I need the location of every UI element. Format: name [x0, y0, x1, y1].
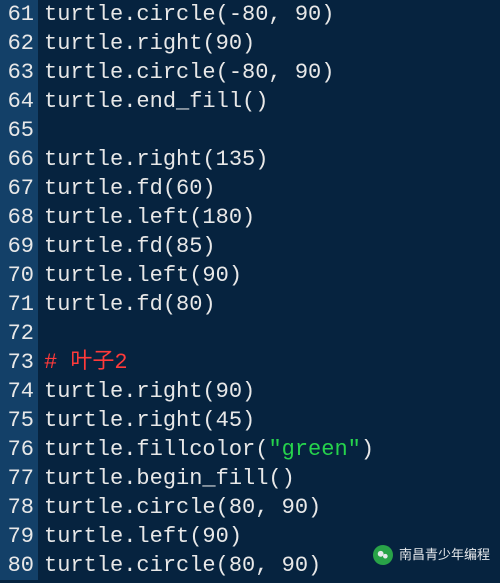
line-number: 68 [0, 203, 38, 232]
code-content: turtle.right(135) [38, 145, 268, 174]
code-line: 66turtle.right(135) [0, 145, 500, 174]
code-content: turtle.end_fill() [38, 87, 268, 116]
line-number: 65 [0, 116, 38, 145]
code-line: 74turtle.right(90) [0, 377, 500, 406]
code-token: turtle.right(90) [44, 31, 255, 56]
line-number: 69 [0, 232, 38, 261]
code-line: 63turtle.circle(-80, 90) [0, 58, 500, 87]
code-content: # 叶子2 [38, 348, 128, 377]
code-token: turtle.begin_fill() [44, 466, 295, 491]
code-content: turtle.right(90) [38, 377, 255, 406]
code-line: 64turtle.end_fill() [0, 87, 500, 116]
code-token: ) [361, 437, 374, 462]
code-content: turtle.fd(80) [38, 290, 216, 319]
code-line: 77turtle.begin_fill() [0, 464, 500, 493]
line-number: 79 [0, 522, 38, 551]
code-line: 72 [0, 319, 500, 348]
line-number: 75 [0, 406, 38, 435]
code-token: turtle.fd(85) [44, 234, 216, 259]
line-number: 66 [0, 145, 38, 174]
code-content: turtle.fd(85) [38, 232, 216, 261]
line-number: 76 [0, 435, 38, 464]
line-number: 67 [0, 174, 38, 203]
code-editor: 61turtle.circle(-80, 90)62turtle.right(9… [0, 0, 500, 580]
code-content: turtle.left(90) [38, 522, 242, 551]
line-number: 62 [0, 29, 38, 58]
code-line: 62turtle.right(90) [0, 29, 500, 58]
code-token: turtle.fillcolor( [44, 437, 268, 462]
code-content: turtle.begin_fill() [38, 464, 295, 493]
code-content: turtle.circle(-80, 90) [38, 58, 334, 87]
line-number: 78 [0, 493, 38, 522]
code-content: turtle.right(90) [38, 29, 255, 58]
code-line: 78turtle.circle(80, 90) [0, 493, 500, 522]
line-number: 64 [0, 87, 38, 116]
code-line: 71turtle.fd(80) [0, 290, 500, 319]
code-token: turtle.circle(80, 90) [44, 495, 321, 520]
code-content: turtle.circle(-80, 90) [38, 0, 334, 29]
code-content: turtle.circle(80, 90) [38, 493, 321, 522]
code-token: turtle.circle(-80, 90) [44, 60, 334, 85]
code-line: 61turtle.circle(-80, 90) [0, 0, 500, 29]
code-content: turtle.fillcolor("green") [38, 435, 374, 464]
code-line: 67turtle.fd(60) [0, 174, 500, 203]
line-number: 73 [0, 348, 38, 377]
line-number: 71 [0, 290, 38, 319]
code-token: # 叶子2 [44, 350, 128, 375]
code-line: 68turtle.left(180) [0, 203, 500, 232]
code-token: turtle.fd(60) [44, 176, 216, 201]
code-token: "green" [268, 437, 360, 462]
code-content: turtle.fd(60) [38, 174, 216, 203]
code-content: turtle.right(45) [38, 406, 255, 435]
code-token: turtle.right(45) [44, 408, 255, 433]
code-token: turtle.left(90) [44, 263, 242, 288]
code-line: 73# 叶子2 [0, 348, 500, 377]
code-line: 76turtle.fillcolor("green") [0, 435, 500, 464]
code-token: turtle.end_fill() [44, 89, 268, 114]
code-line: 75turtle.right(45) [0, 406, 500, 435]
code-token: turtle.left(90) [44, 524, 242, 549]
line-number: 63 [0, 58, 38, 87]
code-token: turtle.right(135) [44, 147, 268, 172]
code-token: turtle.circle(80, 90) [44, 553, 321, 578]
code-content: turtle.circle(80, 90) [38, 551, 321, 580]
line-number: 80 [0, 551, 38, 580]
line-number: 70 [0, 261, 38, 290]
code-content [38, 319, 44, 348]
code-token: turtle.right(90) [44, 379, 255, 404]
watermark-label: 南昌青少年编程 [399, 540, 490, 569]
code-token: turtle.circle(-80, 90) [44, 2, 334, 27]
code-content: turtle.left(90) [38, 261, 242, 290]
code-line: 65 [0, 116, 500, 145]
code-token: turtle.fd(80) [44, 292, 216, 317]
code-line: 69turtle.fd(85) [0, 232, 500, 261]
line-number: 77 [0, 464, 38, 493]
line-number: 61 [0, 0, 38, 29]
wechat-icon [373, 545, 393, 565]
code-token: turtle.left(180) [44, 205, 255, 230]
watermark: 南昌青少年编程 [373, 540, 490, 569]
line-number: 74 [0, 377, 38, 406]
code-line: 70turtle.left(90) [0, 261, 500, 290]
code-content [38, 116, 44, 145]
code-content: turtle.left(180) [38, 203, 255, 232]
line-number: 72 [0, 319, 38, 348]
